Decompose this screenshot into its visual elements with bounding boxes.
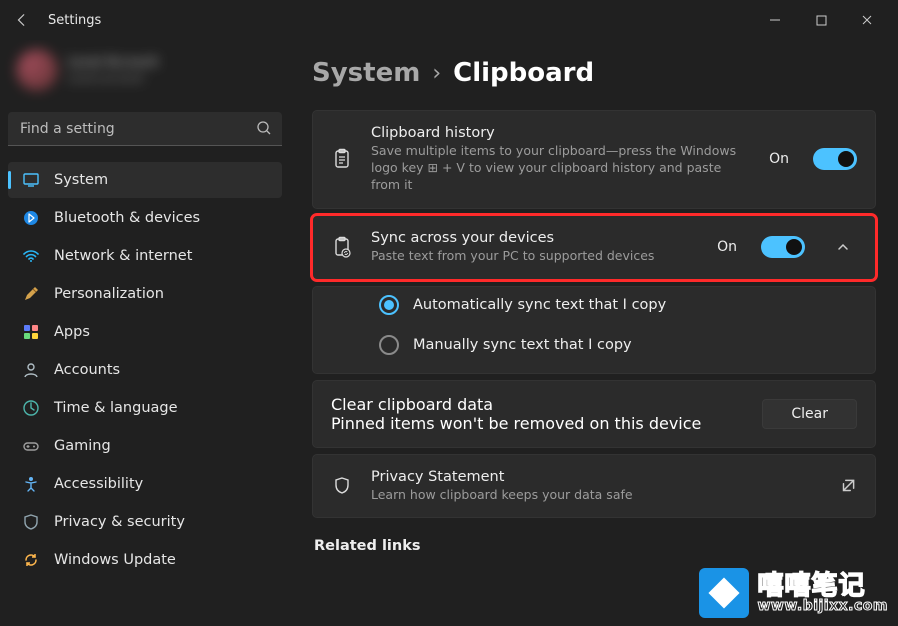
minimize-button[interactable] bbox=[752, 4, 798, 36]
clipboard-history-card: Clipboard history Save multiple items to… bbox=[312, 110, 876, 209]
external-link-icon bbox=[839, 477, 857, 495]
profile-block[interactable]: Local Account Local account bbox=[8, 40, 282, 100]
clipboard-sync-icon bbox=[331, 236, 353, 258]
breadcrumb: System › Clipboard bbox=[312, 58, 876, 88]
search-box[interactable] bbox=[8, 112, 282, 146]
titlebar: Settings bbox=[0, 0, 898, 40]
sidebar-item-label: Time & language bbox=[54, 400, 178, 416]
sidebar-item-bluetooth[interactable]: Bluetooth & devices bbox=[8, 200, 282, 236]
gaming-icon bbox=[22, 437, 40, 455]
sidebar-item-label: Apps bbox=[54, 324, 90, 340]
sidebar-item-label: Personalization bbox=[54, 286, 164, 302]
sidebar-item-time-language[interactable]: Time & language bbox=[8, 390, 282, 426]
history-desc: Save multiple items to your clipboard—pr… bbox=[371, 143, 751, 194]
sidebar-item-label: Accessibility bbox=[54, 476, 143, 492]
avatar bbox=[16, 49, 58, 91]
profile-email: Local account bbox=[68, 72, 158, 85]
privacy-card[interactable]: Privacy Statement Learn how clipboard ke… bbox=[312, 454, 876, 519]
chevron-right-icon: › bbox=[432, 61, 441, 86]
sidebar-item-gaming[interactable]: Gaming bbox=[8, 428, 282, 464]
clear-title: Clear clipboard data bbox=[331, 395, 744, 414]
sidebar-item-label: Accounts bbox=[54, 362, 120, 378]
sidebar-item-accessibility[interactable]: Accessibility bbox=[8, 466, 282, 502]
chevron-up-icon[interactable] bbox=[829, 240, 857, 254]
apps-icon bbox=[22, 323, 40, 341]
sync-toggle[interactable] bbox=[761, 236, 805, 258]
sidebar-item-accounts[interactable]: Accounts bbox=[8, 352, 282, 388]
sidebar-item-label: Privacy & security bbox=[54, 514, 185, 530]
clear-data-card: Clear clipboard data Pinned items won't … bbox=[312, 380, 876, 448]
maximize-button[interactable] bbox=[798, 4, 844, 36]
nav-list: System Bluetooth & devices Network & int… bbox=[8, 162, 282, 578]
sidebar-item-network[interactable]: Network & internet bbox=[8, 238, 282, 274]
sync-desc: Paste text from your PC to supported dev… bbox=[371, 248, 699, 265]
clipboard-icon bbox=[331, 148, 353, 170]
clock-globe-icon bbox=[22, 399, 40, 417]
system-icon bbox=[22, 171, 40, 189]
close-button[interactable] bbox=[844, 4, 890, 36]
sidebar-item-label: Gaming bbox=[54, 438, 111, 454]
shield-icon bbox=[22, 513, 40, 531]
sync-devices-card: Sync across your devices Paste text from… bbox=[312, 215, 876, 280]
breadcrumb-parent[interactable]: System bbox=[312, 58, 420, 88]
accounts-icon bbox=[22, 361, 40, 379]
radio-manual-sync[interactable]: Manually sync text that I copy bbox=[379, 335, 857, 355]
sidebar-item-personalization[interactable]: Personalization bbox=[8, 276, 282, 312]
sidebar-item-label: System bbox=[54, 172, 108, 188]
radio-label: Manually sync text that I copy bbox=[413, 337, 632, 353]
sync-state-label: On bbox=[717, 239, 737, 255]
shield-outline-icon bbox=[331, 475, 353, 497]
bluetooth-icon bbox=[22, 209, 40, 227]
search-icon bbox=[256, 120, 272, 140]
radio-label: Automatically sync text that I copy bbox=[413, 297, 666, 313]
sidebar-item-apps[interactable]: Apps bbox=[8, 314, 282, 350]
sidebar-item-system[interactable]: System bbox=[8, 162, 282, 198]
accessibility-icon bbox=[22, 475, 40, 493]
page-title: Clipboard bbox=[453, 58, 594, 88]
radio-auto-sync[interactable]: Automatically sync text that I copy bbox=[379, 295, 857, 315]
profile-name: Local Account bbox=[68, 55, 158, 70]
radio-icon bbox=[379, 295, 399, 315]
brush-icon bbox=[22, 285, 40, 303]
sync-title: Sync across your devices bbox=[371, 230, 699, 246]
sidebar-item-label: Network & internet bbox=[54, 248, 192, 264]
wifi-icon bbox=[22, 247, 40, 265]
search-input[interactable] bbox=[8, 112, 282, 146]
main-content: System › Clipboard Clipboard history Sav… bbox=[290, 40, 898, 626]
history-toggle[interactable] bbox=[813, 148, 857, 170]
sidebar-item-label: Windows Update bbox=[54, 552, 176, 568]
back-button[interactable] bbox=[8, 6, 36, 34]
update-icon bbox=[22, 551, 40, 569]
history-state-label: On bbox=[769, 151, 789, 167]
sidebar-item-windows-update[interactable]: Windows Update bbox=[8, 542, 282, 578]
privacy-title: Privacy Statement bbox=[371, 469, 821, 485]
clear-button[interactable]: Clear bbox=[762, 399, 857, 429]
sidebar-item-label: Bluetooth & devices bbox=[54, 210, 200, 226]
history-title: Clipboard history bbox=[371, 125, 751, 141]
clear-desc: Pinned items won't be removed on this de… bbox=[331, 414, 744, 433]
sidebar: Local Account Local account System Bluet… bbox=[0, 40, 290, 626]
sidebar-item-privacy[interactable]: Privacy & security bbox=[8, 504, 282, 540]
related-links-heading: Related links bbox=[314, 538, 876, 554]
privacy-desc: Learn how clipboard keeps your data safe bbox=[371, 487, 821, 504]
sync-header-row[interactable]: Sync across your devices Paste text from… bbox=[313, 216, 875, 279]
app-title: Settings bbox=[48, 13, 101, 28]
radio-icon bbox=[379, 335, 399, 355]
sync-options-card: Automatically sync text that I copy Manu… bbox=[312, 286, 876, 374]
